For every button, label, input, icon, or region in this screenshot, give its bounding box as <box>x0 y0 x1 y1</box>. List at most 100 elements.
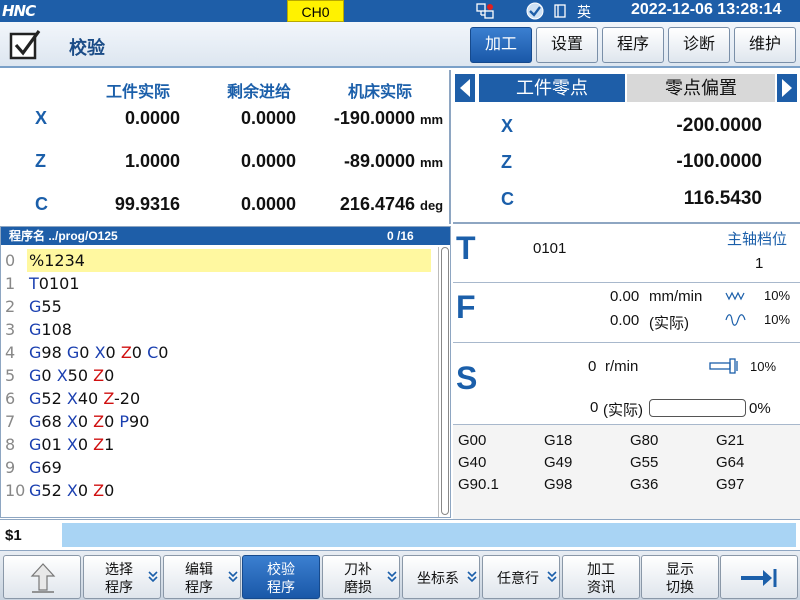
feed-label: F <box>456 289 476 325</box>
fkey-coordinate-system[interactable]: 坐标系 <box>402 555 480 599</box>
command-prompt: $1 <box>5 527 22 544</box>
line-number: 2 <box>5 297 16 316</box>
line-code: G68 X0 Z0 P90 <box>29 412 150 431</box>
channel-indicator[interactable]: CH0 <box>287 0 344 22</box>
input-method-indicator[interactable]: 英 <box>577 2 591 22</box>
header-remaining-feed: 剩余进给 <box>227 84 292 101</box>
ready-check-icon <box>526 2 544 20</box>
line-code: T0101 <box>29 274 80 293</box>
next-page-button[interactable] <box>777 74 797 102</box>
fkey-label: 显示 切换 <box>666 561 694 595</box>
spindle-actual: 0 <box>590 399 599 416</box>
line-number: 4 <box>5 343 16 362</box>
gcode-item: G97 <box>716 476 745 493</box>
program-code-area[interactable]: 0 %1234 1 T0101 2 G55 3 G108 4 G98 G0 X0 Z0 C0 5 G0… <box>1 249 438 517</box>
line-number: 8 <box>5 435 16 454</box>
page-title: 校验 <box>69 38 105 58</box>
program-line[interactable]: 6 G52 X40 Z-20 <box>1 387 438 410</box>
fkey-edit-program[interactable]: 编辑 程序 <box>163 555 241 599</box>
line-number: 10 <box>5 481 26 500</box>
fkey-display-switch[interactable]: 显示 切换 <box>641 555 719 599</box>
spindle-load-bar <box>649 399 746 417</box>
program-line[interactable]: 1 T0101 <box>1 272 438 295</box>
tab-program[interactable]: 程序 <box>602 27 664 63</box>
program-line[interactable]: 5 G0 X50 Z0 <box>1 364 438 387</box>
line-code: %1234 <box>27 249 431 272</box>
title-bar: 校验 加工 设置 程序 诊断 维护 <box>0 22 800 68</box>
gcode-item: G55 <box>630 454 659 471</box>
fkey-label: 加工 资讯 <box>587 561 615 595</box>
spindle-label: S <box>456 360 478 396</box>
fkey-label: 编辑 程序 <box>185 561 213 595</box>
modal-gcodes: G00 G18 G80 G21 G40 G49 G55 G64 G90.1 G98 G36 G97 <box>453 424 800 520</box>
tab-maintenance[interactable]: 维护 <box>734 27 796 63</box>
fkey-select-program[interactable]: 选择 程序 <box>83 555 161 599</box>
line-code: G55 <box>29 297 62 316</box>
rapid-override: 10% <box>764 312 791 327</box>
gcode-item: G18 <box>544 432 573 449</box>
feed-override: 10% <box>764 288 791 303</box>
program-panel: 程序名 ../prog/O125 0 /16 0 %1234 1 T0101 2 G55 3… <box>0 226 451 518</box>
double-chevron-down-icon <box>148 571 158 583</box>
scrollbar-thumb[interactable] <box>441 247 449 515</box>
fkey-verify-program[interactable]: 校验 程序 <box>242 555 320 599</box>
divider <box>453 282 800 283</box>
program-line[interactable]: 7 G68 X0 Z0 P90 <box>1 410 438 433</box>
hnc-logo: HNC <box>2 2 36 20</box>
work-x-value: 0.0000 <box>124 108 180 128</box>
program-line[interactable]: 2 G55 <box>1 295 438 318</box>
program-name: 程序名 ../prog/O125 <box>9 229 118 243</box>
status-bar: HNC CH0 英 2022-12-06 13:28:14 <box>0 0 800 22</box>
command-line: $1 <box>0 519 800 550</box>
arrow-left-icon <box>460 79 470 97</box>
line-code: G52 X40 Z-20 <box>29 389 141 408</box>
program-line-current[interactable]: 0 %1234 <box>1 249 438 272</box>
zero-axis-c: C <box>501 189 514 209</box>
book-icon <box>554 4 566 18</box>
fkey-label: 校验 程序 <box>267 561 295 595</box>
network-icon <box>476 3 494 19</box>
program-scrollbar[interactable] <box>438 247 449 517</box>
command-input[interactable] <box>62 523 796 547</box>
program-line[interactable]: 8 G01 X0 Z1 <box>1 433 438 456</box>
divider <box>453 342 800 343</box>
remain-x-value: 0.0000 <box>240 108 296 128</box>
header-work-actual: 工件实际 <box>106 84 171 101</box>
zero-point-panel: 工件零点 零点偏置 X -200.0000 Z -100.0000 C 116.… <box>453 70 800 220</box>
tab-settings[interactable]: 设置 <box>536 27 598 63</box>
arrow-right-bar-icon <box>741 569 777 587</box>
double-chevron-down-icon <box>467 571 477 583</box>
double-chevron-down-icon <box>228 571 238 583</box>
fkey-machining-info[interactable]: 加工 资讯 <box>562 555 640 599</box>
program-line[interactable]: 3 G108 <box>1 318 438 341</box>
gcode-item: G21 <box>716 432 745 449</box>
program-line[interactable]: 4 G98 G0 X0 Z0 C0 <box>1 341 438 364</box>
program-line[interactable]: 10 G52 X0 Z0 <box>1 479 438 502</box>
spindle-gear-value: 1 <box>755 255 764 272</box>
fkey-up[interactable] <box>3 555 81 599</box>
tab-diagnosis[interactable]: 诊断 <box>668 27 730 63</box>
line-number: 9 <box>5 458 16 477</box>
tab-machining[interactable]: 加工 <box>470 27 532 63</box>
tab-zero-offset[interactable]: 零点偏置 <box>627 74 775 102</box>
prev-page-button[interactable] <box>455 74 475 102</box>
rapid-override-icon <box>725 314 746 326</box>
gcode-item: G00 <box>458 432 487 449</box>
tab-work-zero[interactable]: 工件零点 <box>479 74 625 102</box>
machine-c-value: 216.4746 <box>339 194 415 214</box>
spindle-gear-label: 主轴档位 <box>727 231 788 248</box>
program-line[interactable]: 9 G69 <box>1 456 438 479</box>
machining-info-panel: T 0101 主轴档位 1 F 0.00 mm/min 10% 0.00 (实际… <box>453 222 800 520</box>
line-code: G98 G0 X0 Z0 C0 <box>29 343 169 362</box>
machine-x-value: -190.0000 <box>333 108 415 128</box>
fkey-label: 任意行 <box>497 570 539 586</box>
line-number: 7 <box>5 412 16 431</box>
fkey-label: 坐标系 <box>417 570 459 586</box>
zero-axis-x: X <box>501 116 514 136</box>
fkey-tool-wear[interactable]: 刀补 磨损 <box>322 555 400 599</box>
gcode-item: G90.1 <box>458 476 499 493</box>
fkey-next[interactable] <box>720 555 798 599</box>
fkey-any-line[interactable]: 任意行 <box>482 555 560 599</box>
datetime: 2022-12-06 13:28:14 <box>631 1 782 18</box>
line-code: G0 X50 Z0 <box>29 366 115 385</box>
